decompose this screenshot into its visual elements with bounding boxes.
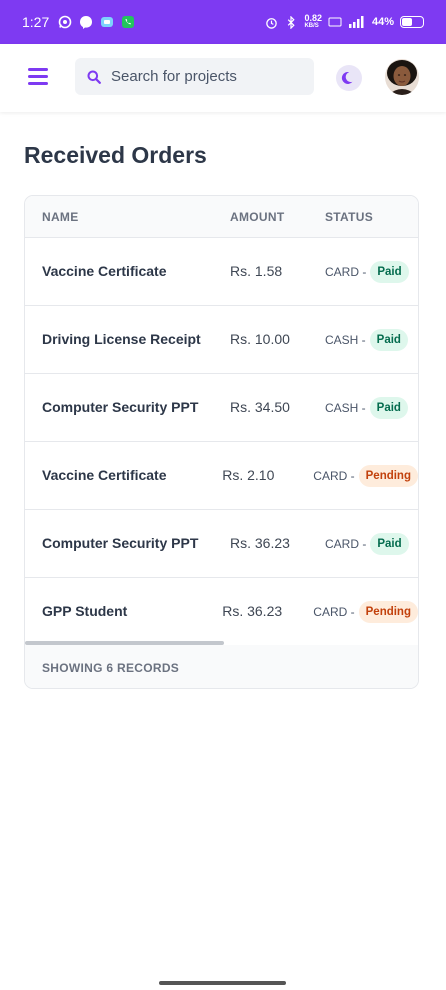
whatsapp-icon [58, 15, 72, 29]
payment-method: CARD - [325, 264, 367, 279]
status-bar: 1:27 0.82 KB/S 44% [0, 0, 446, 44]
messenger-icon [79, 15, 93, 29]
theme-toggle-button[interactable] [336, 65, 362, 91]
payment-method: CASH - [325, 400, 366, 415]
order-amount: Rs. 36.23 [230, 534, 290, 551]
order-name: Vaccine Certificate [42, 466, 167, 483]
table-header: NAME AMOUNT STATUS [25, 196, 418, 238]
page-title: Received Orders [24, 142, 207, 168]
signal-icon [348, 15, 366, 29]
phone-icon [121, 15, 135, 29]
status-badge: Paid [370, 532, 409, 555]
search-input[interactable] [111, 68, 291, 85]
moon-icon [341, 71, 353, 84]
home-indicator[interactable] [159, 981, 286, 985]
order-name: Computer Security PPT [42, 398, 199, 415]
order-amount: Rs. 34.50 [230, 398, 290, 415]
avatar[interactable] [385, 59, 419, 95]
order-amount: Rs. 10.00 [230, 330, 290, 347]
table-row: Computer Security PPT Rs. 36.23 CARD - Pa… [25, 510, 418, 578]
column-header-amount: AMOUNT [230, 209, 285, 224]
bluetooth-icon [284, 15, 298, 29]
status-time: 1:27 [22, 14, 50, 30]
payment-method: CARD - [313, 605, 355, 619]
table-row: Vaccine Certificate Rs. 2.10 CARD - Pendi… [25, 442, 418, 510]
network-speed-value: 0.82 [304, 13, 322, 23]
orders-table: NAME AMOUNT STATUS Vaccine Certificate R… [24, 195, 419, 689]
menu-icon[interactable] [28, 68, 48, 86]
payment-method: CARD - [313, 468, 355, 483]
messages-icon [100, 15, 114, 29]
volte-icon [328, 15, 342, 29]
network-speed-unit: KB/S [304, 23, 319, 29]
column-header-status: STATUS [325, 209, 374, 224]
order-amount: Rs. 36.23 [222, 603, 283, 619]
order-name: Computer Security PPT [42, 534, 199, 551]
payment-method: CASH - [325, 332, 366, 347]
payment-method: CARD - [325, 536, 367, 551]
order-name: Driving License Receipt [42, 330, 201, 347]
search-box[interactable] [75, 58, 314, 95]
order-amount: Rs. 2.10 [222, 466, 275, 483]
order-name: Vaccine Certificate [42, 262, 167, 279]
status-badge: Pending [358, 464, 418, 487]
table-row: Vaccine Certificate Rs. 1.58 CARD - Paid [25, 238, 418, 306]
alarm-icon [264, 15, 278, 29]
status-right: 0.82 KB/S 44% [264, 14, 424, 30]
table-row: Driving License Receipt Rs. 10.00 CASH -… [25, 306, 418, 374]
table-footer: SHOWING 6 RECORDS [25, 645, 418, 688]
status-left: 1:27 [22, 14, 135, 30]
battery-percent: 44% [371, 16, 394, 28]
order-name: GPP Student [42, 603, 128, 619]
table-row: GPP Student Rs. 36.23 CARD - Pending [25, 578, 418, 646]
table-row: Computer Security PPT Rs. 34.50 CASH - Pa… [25, 374, 418, 442]
network-speed: 0.82 KB/S [304, 14, 322, 30]
status-badge: Paid [370, 260, 409, 283]
status-badge: Paid [369, 328, 408, 351]
status-badge: Pending [358, 601, 418, 623]
status-badge: Paid [369, 396, 408, 419]
column-header-name: NAME [42, 209, 79, 224]
search-icon [87, 70, 101, 84]
app-header [0, 44, 446, 112]
order-amount: Rs. 1.58 [230, 262, 283, 279]
battery-icon [400, 16, 424, 28]
